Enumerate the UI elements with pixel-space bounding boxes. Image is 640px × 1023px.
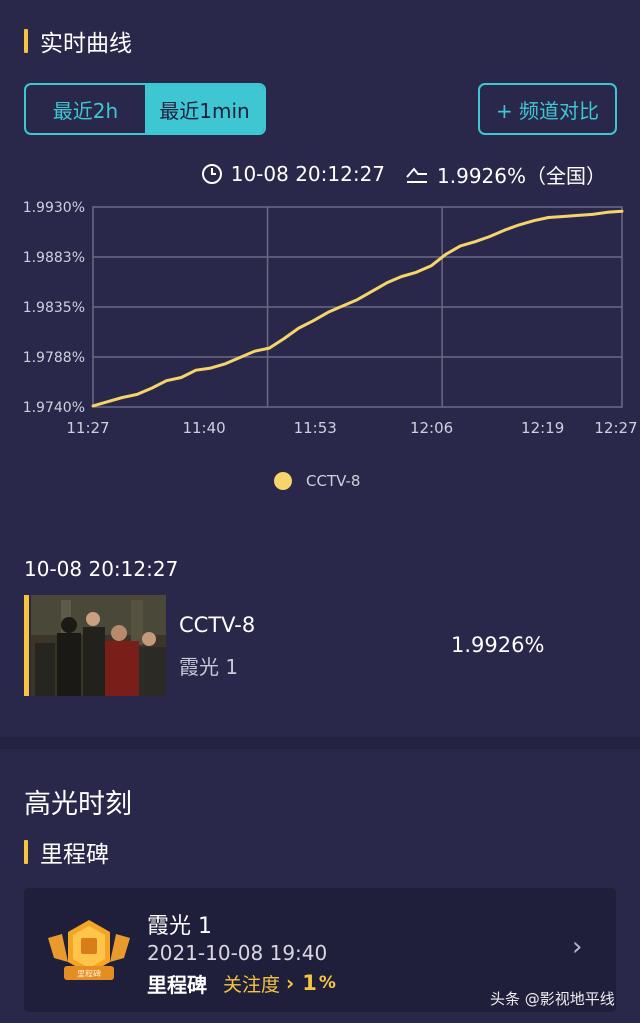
x-tick-label: 12:19 xyxy=(521,419,564,437)
accent-bar xyxy=(24,29,28,53)
milestone-header: 里程碑 xyxy=(24,838,109,868)
chevron-right-icon: › xyxy=(286,971,295,995)
milestone-tag: 里程碑 xyxy=(147,972,207,997)
trend-icon xyxy=(406,167,428,183)
x-tick-label: 11:27 xyxy=(66,419,109,437)
program-thumbnail xyxy=(31,595,166,696)
realtime-line-chart: 1.9930% 1.9883% 1.9835% 1.9788% 1.9740% 11:27… xyxy=(23,200,638,437)
program-name: 霞光 1 xyxy=(179,655,239,679)
milestone-date: 2021-10-08 19:40 xyxy=(147,941,328,965)
y-tick-label: 1.9883% xyxy=(23,250,85,266)
legend-swatch xyxy=(274,472,292,490)
clock-icon xyxy=(201,164,222,184)
range-2h-option[interactable]: 最近2h xyxy=(26,85,145,133)
snapshot-timestamp: 10-08 20:12:27 xyxy=(24,557,179,581)
range-1min-option[interactable]: 最近1min xyxy=(145,85,264,133)
focus-value: 1 xyxy=(302,971,317,995)
y-tick-label: 1.9788% xyxy=(23,350,85,366)
program-card[interactable]: CCTV-8 霞光 1 1.9926% xyxy=(24,595,616,696)
svg-text:里程碑: 里程碑 xyxy=(77,969,101,979)
highlight-title: 高光时刻 xyxy=(24,789,132,820)
chart-legend: CCTV-8 xyxy=(274,470,360,492)
meta-time: 10-08 20:12:27 xyxy=(230,162,386,186)
section-title: 实时曲线 xyxy=(40,31,132,57)
focus-unit: % xyxy=(318,973,336,993)
section-header: 实时曲线 xyxy=(24,27,132,57)
section-divider xyxy=(0,737,640,749)
program-card-accent xyxy=(24,595,29,696)
program-rating: 1.9926% xyxy=(451,633,545,657)
time-range-toggle: 最近2h 最近1min xyxy=(24,83,266,135)
program-channel: CCTV-8 xyxy=(179,613,256,637)
x-tick-label: 12:06 xyxy=(410,419,453,437)
x-tick-label: 11:53 xyxy=(294,419,337,437)
channel-compare-button[interactable]: + 频道对比 xyxy=(478,83,617,135)
x-tick-label: 12:27 xyxy=(594,419,637,437)
chevron-right-icon[interactable]: › xyxy=(572,932,582,962)
milestone-subtitle: 里程碑 xyxy=(40,842,109,868)
x-tick-label: 11:40 xyxy=(182,419,225,437)
milestone-badge-icon: 里程碑 xyxy=(48,920,130,980)
milestone-stats: 里程碑 关注度 › 1 % xyxy=(147,970,336,997)
series-line-cctv8 xyxy=(91,209,624,408)
accent-bar xyxy=(24,840,28,864)
meta-rating: 1.9926%（全国） xyxy=(437,163,606,188)
y-tick-label: 1.9835% xyxy=(23,300,85,316)
milestone-program-name: 霞光 1 xyxy=(147,914,212,939)
y-tick-label: 1.9740% xyxy=(23,400,85,416)
legend-label: CCTV-8 xyxy=(306,472,361,490)
chart-meta-row: 10-08 20:12:27 1.9926%（全国） xyxy=(201,160,606,188)
focus-label: 关注度 xyxy=(223,973,281,996)
y-tick-label: 1.9930% xyxy=(23,200,85,216)
watermark: 头条 @影视地平线 xyxy=(490,990,615,1008)
